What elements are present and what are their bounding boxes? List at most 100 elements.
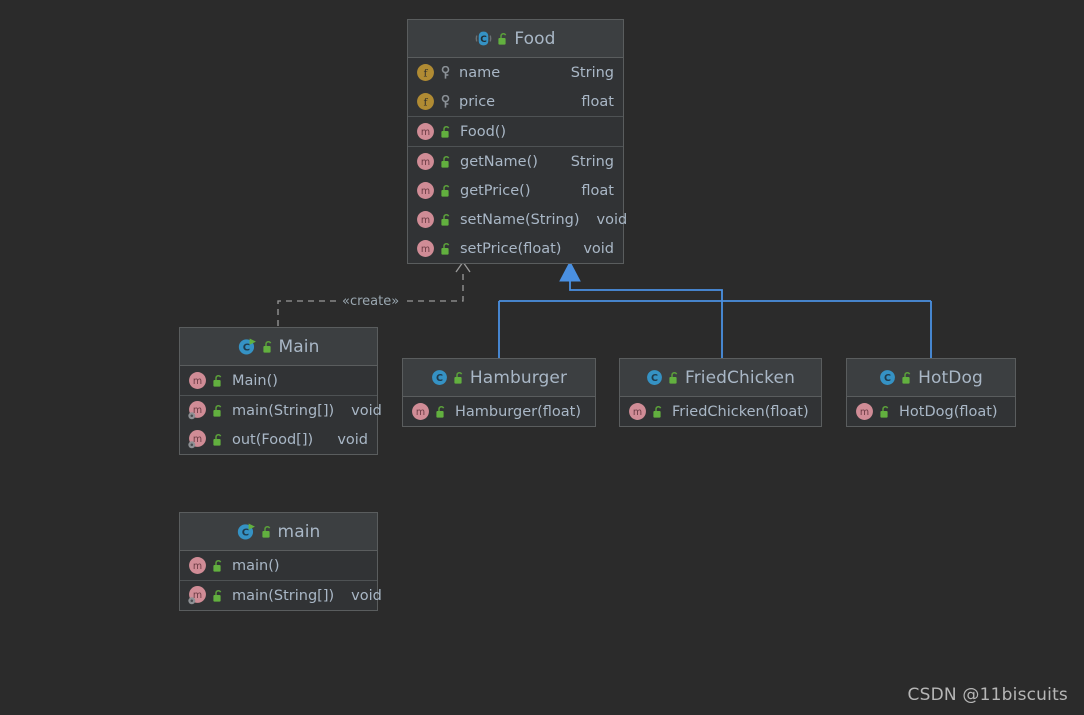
member-row[interactable]: m Main() <box>180 366 377 395</box>
unlock-icon <box>440 242 452 256</box>
member-type: String <box>570 64 614 81</box>
member-row[interactable]: m setPrice(float) void <box>408 234 623 263</box>
svg-text:C: C <box>481 35 488 45</box>
node-header-friedchicken[interactable]: C FriedChicken <box>620 359 821 397</box>
member-type: String <box>570 153 614 170</box>
member-row[interactable]: m main(String[]) void <box>180 396 382 425</box>
uml-class-hamburger[interactable]: C Hamburger m Hamburger(float) <box>402 358 596 427</box>
constructor-section-friedchicken: m FriedChicken(float) <box>620 397 821 426</box>
unlock-icon <box>212 404 224 418</box>
member-row[interactable]: m getPrice() float <box>408 176 623 205</box>
class-icon: C <box>879 369 896 386</box>
runnable-class-icon: C <box>238 337 257 356</box>
member-row[interactable]: m main(String[]) void <box>180 581 382 610</box>
member-type: float <box>581 182 614 199</box>
uml-class-hotdog[interactable]: C HotDog m HotDog(float) <box>846 358 1016 427</box>
class-icon: C <box>431 369 448 386</box>
method-icon: m <box>628 402 647 421</box>
member-row[interactable]: m Hamburger(float) <box>403 397 595 426</box>
svg-text:m: m <box>633 407 642 418</box>
svg-text:m: m <box>193 376 202 387</box>
svg-text:m: m <box>421 215 430 226</box>
svg-text:m: m <box>860 407 869 418</box>
key-icon <box>440 65 451 80</box>
node-header-main[interactable]: C Main <box>180 328 377 366</box>
static-methods-section-main-lower: m main(String[]) void <box>180 581 382 610</box>
class-icon: C <box>646 369 663 386</box>
svg-text:m: m <box>193 561 202 572</box>
class-name-hamburger: Hamburger <box>469 367 568 388</box>
member-type: void <box>351 587 382 604</box>
unlock-icon <box>435 405 447 419</box>
class-name-hotdog: HotDog <box>918 367 983 388</box>
method-icon: m <box>416 239 435 258</box>
svg-text:m: m <box>421 127 430 138</box>
node-header-hamburger[interactable]: C Hamburger <box>403 359 595 397</box>
methods-section-food: m getName() String m getPrice() float m … <box>408 147 627 263</box>
member-name: main() <box>232 557 280 574</box>
member-name: Hamburger(float) <box>455 403 581 420</box>
generalization-edges <box>498 260 932 358</box>
member-name: setName(String) <box>460 211 580 228</box>
watermark-text: CSDN @11biscuits <box>907 685 1068 705</box>
method-icon: m <box>416 181 435 200</box>
node-header-food[interactable]: C Food <box>408 20 623 58</box>
uml-class-main-lower[interactable]: C main m main() m main(String[]) void <box>179 512 382 611</box>
member-row[interactable]: m FriedChicken(float) <box>620 397 821 426</box>
member-type: void <box>351 402 382 419</box>
member-row[interactable]: m out(Food[]) void <box>180 425 377 454</box>
member-row[interactable]: m main() <box>180 551 377 580</box>
field-icon: f <box>416 92 435 111</box>
uml-class-friedchicken[interactable]: C FriedChicken m FriedChicken(float) <box>619 358 822 427</box>
unlock-icon <box>212 559 224 573</box>
member-row[interactable]: f price float <box>408 87 623 116</box>
method-icon: m <box>855 402 874 421</box>
member-name: main(String[]) <box>232 402 335 419</box>
node-header-hotdog[interactable]: C HotDog <box>847 359 1015 397</box>
unlock-icon <box>652 405 664 419</box>
unlock-icon <box>262 340 274 354</box>
member-name: getName() <box>460 153 538 170</box>
unlock-icon <box>212 433 224 447</box>
key-icon <box>440 94 451 109</box>
class-name-main: Main <box>278 336 320 357</box>
unlock-icon <box>879 405 891 419</box>
svg-text:m: m <box>416 407 425 418</box>
class-icon: C <box>475 30 492 47</box>
member-type: void <box>596 211 628 228</box>
unlock-icon <box>212 589 224 603</box>
member-name: FriedChicken(float) <box>672 403 809 420</box>
member-name: setPrice(float) <box>460 240 562 257</box>
uml-class-main[interactable]: C Main m Main() m main(String[]) void m … <box>179 327 382 455</box>
member-name: name <box>459 64 501 81</box>
member-row[interactable]: m Food() <box>408 117 623 146</box>
member-type: void <box>583 240 614 257</box>
method-icon: m <box>416 210 435 229</box>
svg-text:C: C <box>436 373 443 384</box>
svg-text:C: C <box>241 528 248 539</box>
node-header-main-lower[interactable]: C main <box>180 513 377 551</box>
member-name: main(String[]) <box>232 587 335 604</box>
member-row[interactable]: m HotDog(float) <box>847 397 1015 426</box>
svg-text:m: m <box>421 186 430 197</box>
unlock-icon <box>440 213 452 227</box>
class-name-main-lower: main <box>277 521 321 542</box>
unlock-icon <box>261 525 273 539</box>
svg-text:m: m <box>421 157 430 168</box>
diagram-canvas[interactable]: «create» C Food f name String f price fl… <box>0 0 1084 715</box>
constructor-section-hotdog: m HotDog(float) <box>847 397 1015 426</box>
member-name: Food() <box>460 123 507 140</box>
member-row[interactable]: m getName() String <box>408 147 623 176</box>
constructor-section-main-lower: m main() <box>180 551 377 581</box>
member-name: price <box>459 93 496 110</box>
method-icon: m <box>416 152 435 171</box>
member-type: float <box>581 93 614 110</box>
class-name-friedchicken: FriedChicken <box>685 367 795 388</box>
member-name: out(Food[]) <box>232 431 314 448</box>
unlock-icon <box>453 371 465 385</box>
uml-class-food[interactable]: C Food f name String f price float m Foo… <box>407 19 627 264</box>
member-row[interactable]: f name String <box>408 58 623 87</box>
member-row[interactable]: m setName(String) void <box>408 205 627 234</box>
member-name: getPrice() <box>460 182 531 199</box>
unlock-icon <box>440 155 452 169</box>
